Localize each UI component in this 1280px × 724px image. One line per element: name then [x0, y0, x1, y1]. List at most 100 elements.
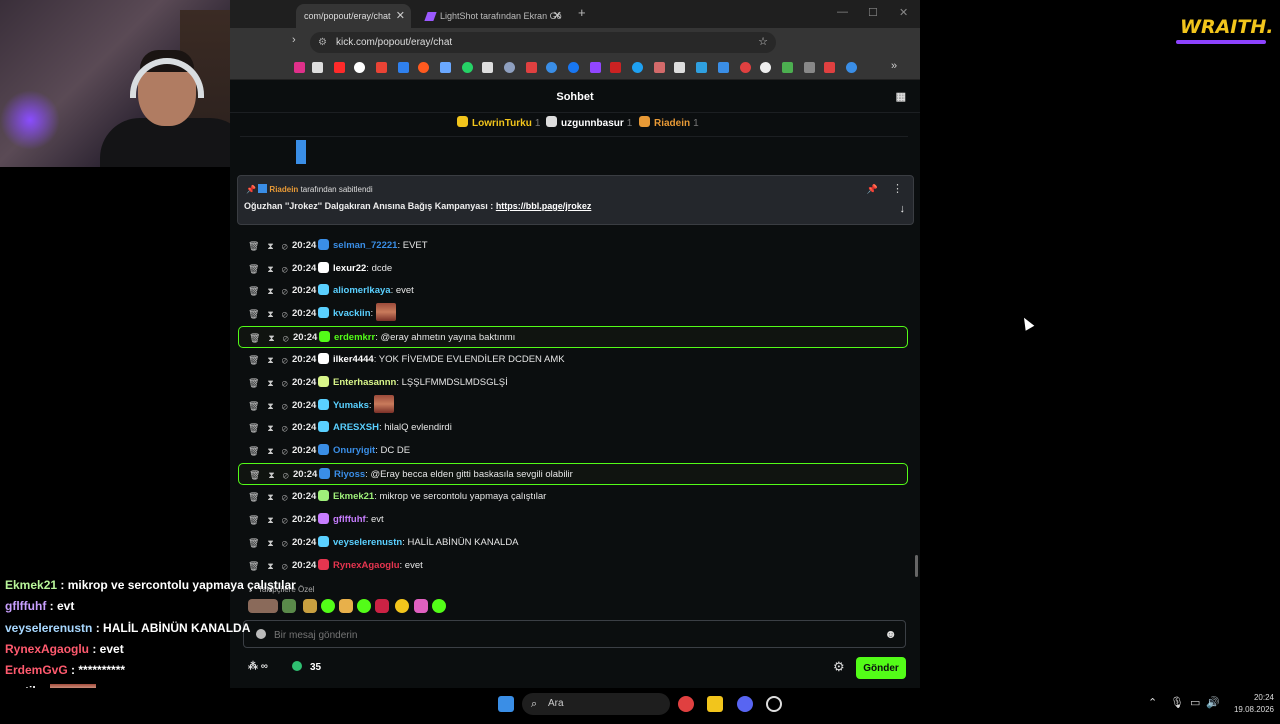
chat-message[interactable]: 🗑⧗⊘ 20:24 RynexAgaoglu: evet — [238, 555, 908, 577]
windows-start-icon[interactable] — [498, 696, 514, 712]
message-username[interactable]: Enterhasannn — [333, 377, 396, 388]
more-options-icon[interactable]: ⋮ — [892, 182, 903, 195]
whatsapp-icon[interactable] — [462, 62, 473, 73]
message-username[interactable]: lexur22 — [333, 263, 366, 274]
url-field[interactable]: ⚙ kick.com/popout/eray/chat ☆ — [310, 32, 776, 53]
arrow-down-icon[interactable]: ↓ — [900, 203, 906, 215]
chat-message[interactable]: 🗑⧗⊘ 20:24 aliomerlkaya: evet — [238, 280, 908, 302]
message-username[interactable]: selman_72221 — [333, 240, 397, 251]
message-username[interactable]: RynexAgaoglu — [333, 560, 400, 571]
leaderboard-entry[interactable]: Riadein 1 — [639, 116, 699, 129]
emote-icon[interactable] — [321, 599, 335, 613]
chat-message[interactable]: 🗑⧗⊘ 20:24 Ekmek21: mikrop ve sercontolu ya… — [238, 486, 908, 508]
message-username[interactable]: kvackiin — [333, 308, 371, 319]
send-button[interactable]: Gönder — [856, 657, 906, 679]
chat-message[interactable]: 🗑⧗⊘ 20:24 Onuryigit: DC DE — [238, 440, 908, 462]
chat-message[interactable]: 🗑⧗⊘ 20:24 kvackiin: — [238, 303, 908, 325]
bookmark-icon[interactable] — [294, 62, 305, 73]
bookmark-icon[interactable] — [526, 62, 537, 73]
mod-actions-icon[interactable]: 🗑⧗⊘ — [248, 440, 296, 462]
chat-message[interactable]: 🗑⧗⊘ 20:24 ilker4444: YOK FİVEMDE EVLENDİLE… — [238, 349, 908, 371]
bookmark-icon[interactable] — [674, 62, 685, 73]
bookmark-icon[interactable] — [740, 62, 751, 73]
emote-icon[interactable] — [395, 599, 409, 613]
chrome-icon[interactable] — [678, 696, 694, 712]
tab-lightshot[interactable]: LightShot tarafından Ekran Gö ✕ — [418, 4, 568, 28]
youtube-icon[interactable] — [334, 62, 345, 73]
app-icon[interactable] — [766, 696, 782, 712]
bookmark-star-icon[interactable]: ☆ — [758, 32, 768, 53]
mod-actions-icon[interactable]: 🗑⧗⊘ — [249, 464, 297, 486]
more-bookmarks-icon[interactable]: » — [891, 60, 897, 72]
chat-message[interactable]: 🗑⧗⊘ 20:24 erdemkrr: @eray ahmetın yayına b… — [238, 326, 908, 348]
bookmark-icon[interactable] — [782, 62, 793, 73]
bookmark-icon[interactable] — [696, 62, 707, 73]
mod-actions-icon[interactable]: 🗑⧗⊘ — [248, 349, 296, 371]
mod-actions-icon[interactable]: 🗑⧗⊘ — [248, 509, 296, 531]
message-username[interactable]: Riyoss — [334, 469, 365, 480]
message-username[interactable]: ARESXSH — [333, 422, 379, 433]
mod-actions-icon[interactable]: 🗑⧗⊘ — [249, 327, 297, 349]
mod-actions-icon[interactable]: 🗑⧗⊘ — [248, 417, 296, 439]
chat-message[interactable]: 🗑⧗⊘ 20:24 selman_72221: EVET — [238, 235, 908, 257]
tab-kick-chat[interactable]: com/popout/eray/chat ✕ — [296, 4, 411, 28]
bookmark-icon[interactable] — [482, 62, 493, 73]
emote-icon[interactable] — [414, 599, 428, 613]
maximize-button[interactable]: ☐ — [868, 6, 878, 19]
file-explorer-icon[interactable] — [707, 696, 723, 712]
google-icon[interactable] — [354, 62, 365, 73]
chat-message[interactable]: 🗑⧗⊘ 20:24 Enterhasannn: LŞŞLFMMDSLMDSGLŞİ — [238, 372, 908, 394]
emote-icon[interactable] — [303, 599, 317, 613]
leaderboard-entry[interactable]: LowrinTurku 1 — [457, 116, 540, 129]
system-clock[interactable]: 20:24 19.08.2026 — [1222, 692, 1274, 716]
mod-actions-icon[interactable]: 🗑⧗⊘ — [248, 235, 296, 257]
taskbar-search[interactable]: ⌕ Ara — [522, 693, 670, 715]
minimize-button[interactable]: — — [837, 6, 848, 18]
bookmark-icon[interactable] — [760, 62, 771, 73]
leaderboard-entry[interactable]: uzgunnbasur 1 — [546, 116, 632, 129]
message-username[interactable]: ilker4444 — [333, 354, 374, 365]
close-icon[interactable]: ✕ — [396, 4, 405, 28]
facebook-icon[interactable] — [568, 62, 579, 73]
close-icon[interactable]: ✕ — [553, 4, 562, 28]
emote-icon[interactable] — [432, 599, 446, 613]
emote-icon[interactable] — [339, 599, 353, 613]
gift-icon[interactable]: ▦ — [896, 81, 906, 113]
gmail-icon[interactable] — [376, 62, 387, 73]
bookmark-icon[interactable] — [610, 62, 621, 73]
pinned-message[interactable]: 📌 Riadein tarafından sabitlendi Oğuzhan … — [237, 175, 914, 225]
mod-actions-icon[interactable]: 🗑⧗⊘ — [248, 372, 296, 394]
emote-icon[interactable] — [375, 303, 396, 321]
bookmark-icon[interactable] — [654, 62, 665, 73]
emote-icon[interactable] — [374, 395, 395, 413]
microphone-icon[interactable]: 🎙 — [1170, 696, 1184, 709]
message-username[interactable]: Onuryigit — [333, 445, 375, 456]
chat-message[interactable]: 🗑⧗⊘ 20:24 ARESXSH: hilalQ evlendirdi — [238, 417, 908, 439]
reddit-icon[interactable] — [418, 62, 429, 73]
mod-actions-icon[interactable]: 🗑⧗⊘ — [248, 395, 296, 417]
message-username[interactable]: erdemkrr — [334, 332, 375, 343]
message-username[interactable]: Ekmek21 — [333, 491, 374, 502]
chevron-up-icon[interactable]: ⌃ — [1148, 696, 1157, 709]
chat-message[interactable]: 🗑⧗⊘ 20:24 gflffuhf: evt — [238, 509, 908, 531]
emote-icon[interactable] — [375, 599, 389, 613]
mod-actions-icon[interactable]: 🗑⧗⊘ — [248, 486, 296, 508]
emote-icon[interactable] — [357, 599, 371, 613]
site-settings-icon[interactable]: ⚙ — [318, 32, 327, 53]
scrollbar-thumb[interactable] — [915, 555, 918, 577]
bookmark-icon[interactable] — [504, 62, 515, 73]
x-icon[interactable] — [312, 62, 323, 73]
pin-icon[interactable]: 📌 — [867, 184, 878, 195]
message-username[interactable]: aliomerlkaya — [333, 285, 391, 296]
bookmark-icon[interactable] — [804, 62, 815, 73]
bookmark-icon[interactable] — [398, 62, 409, 73]
mod-actions-icon[interactable]: 🗑⧗⊘ — [248, 555, 296, 577]
volume-icon[interactable]: 🔊 — [1206, 696, 1220, 709]
settings-icon[interactable]: ⚙ — [833, 659, 845, 675]
bookmark-icon[interactable] — [824, 62, 835, 73]
message-username[interactable]: Yumaks — [333, 400, 369, 411]
chat-message[interactable]: 🗑⧗⊘ 20:24 Yumaks: — [238, 395, 908, 417]
mod-actions-icon[interactable]: 🗑⧗⊘ — [248, 280, 296, 302]
bookmark-icon[interactable] — [846, 62, 857, 73]
twitch-icon[interactable] — [590, 62, 601, 73]
